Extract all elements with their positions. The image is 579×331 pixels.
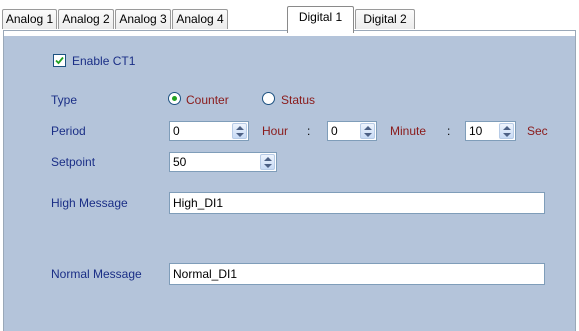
spin-arrows-icon xyxy=(264,157,272,168)
tab-digital-2[interactable]: Digital 2 xyxy=(355,9,415,29)
tab-analog-4[interactable]: Analog 4 xyxy=(172,9,228,29)
hour-stepper[interactable]: 0 xyxy=(169,121,249,141)
minute-stepper[interactable]: 0 xyxy=(327,121,377,141)
spin-arrows-icon xyxy=(503,126,511,137)
enable-ct1-checkbox[interactable] xyxy=(53,54,66,67)
minute-unit-label: Minute xyxy=(390,124,427,138)
tab-strip: Analog 1 Analog 2 Analog 3 Analog 4 Digi… xyxy=(0,0,579,33)
settings-panel: Enable CT1 Type Counter Status Period 0 … xyxy=(3,30,576,331)
period-label: Period xyxy=(51,124,86,138)
normal-message-label: Normal Message xyxy=(51,267,142,281)
hour-minute-separator: : xyxy=(307,124,311,138)
checkmark-icon xyxy=(55,56,64,65)
sec-stepper[interactable]: 10 xyxy=(465,121,516,141)
counter-radio[interactable] xyxy=(168,92,181,105)
setpoint-spin-button[interactable] xyxy=(260,154,275,170)
tab-analog-3[interactable]: Analog 3 xyxy=(115,9,171,29)
spin-arrows-icon xyxy=(364,126,372,137)
tab-analog-1[interactable]: Analog 1 xyxy=(2,9,57,29)
normal-message-value: Normal_DI1 xyxy=(173,267,238,281)
tab-digital-1[interactable]: Digital 1 xyxy=(287,6,354,33)
setpoint-value: 50 xyxy=(173,155,187,169)
high-message-value: High_DI1 xyxy=(173,196,224,210)
tab-analog-2[interactable]: Analog 2 xyxy=(58,9,114,29)
sec-unit-label: Sec xyxy=(527,124,548,138)
hour-unit-label: Hour xyxy=(262,124,289,138)
status-radio-label: Status xyxy=(281,93,316,107)
sec-spin-button[interactable] xyxy=(499,123,514,139)
status-radio[interactable] xyxy=(262,92,275,105)
type-label: Type xyxy=(51,93,78,107)
hour-spin-button[interactable] xyxy=(232,123,247,139)
normal-message-field[interactable]: Normal_DI1 xyxy=(169,263,545,285)
high-message-field[interactable]: High_DI1 xyxy=(169,192,545,214)
minute-value: 0 xyxy=(331,124,338,138)
radio-selected-dot xyxy=(172,96,177,101)
setpoint-stepper[interactable]: 50 xyxy=(169,152,277,172)
minute-spin-button[interactable] xyxy=(360,123,375,139)
sec-value: 10 xyxy=(469,124,483,138)
high-message-label: High Message xyxy=(51,196,128,210)
counter-radio-label: Counter xyxy=(186,93,229,107)
spin-arrows-icon xyxy=(236,126,244,137)
hour-value: 0 xyxy=(173,124,180,138)
minute-sec-separator: : xyxy=(447,124,451,138)
setpoint-label: Setpoint xyxy=(51,155,96,169)
enable-ct1-label: Enable CT1 xyxy=(72,54,136,68)
